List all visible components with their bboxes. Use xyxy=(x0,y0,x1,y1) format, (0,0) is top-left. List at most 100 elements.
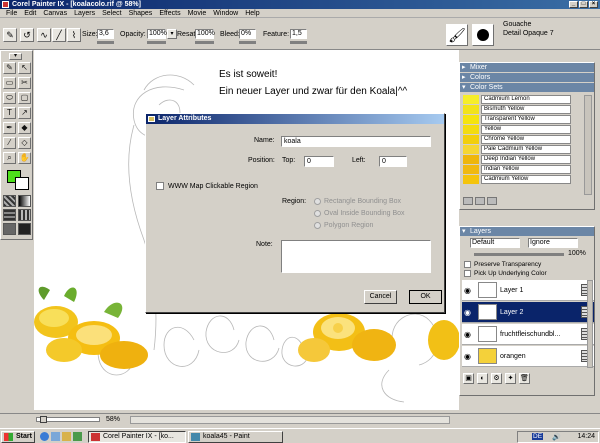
maximize-button[interactable]: □ xyxy=(579,1,588,8)
layer-adjuster-tool[interactable]: ↖ xyxy=(18,62,31,74)
pick-up-underlying-checkbox[interactable] xyxy=(464,270,471,277)
dab-preview-icon[interactable] xyxy=(472,24,494,46)
color-set-scrollbar[interactable] xyxy=(584,95,592,195)
nozzle-selector-icon[interactable] xyxy=(3,223,16,235)
reset-tool-icon[interactable]: ↺ xyxy=(20,28,34,42)
www-map-checkbox[interactable] xyxy=(156,182,164,190)
dialog-title-bar[interactable]: Layer Attributes xyxy=(146,114,444,124)
brush-selector-icon[interactable]: 🖌 xyxy=(446,24,468,46)
zoom-slider-thumb[interactable] xyxy=(40,416,47,423)
mixer-panel-header[interactable]: Mixer xyxy=(460,63,594,72)
weaving-selector-icon[interactable] xyxy=(18,209,31,221)
region-polygon-radio[interactable] xyxy=(314,222,321,229)
gradient-selector-icon[interactable] xyxy=(18,195,31,207)
bleed-field[interactable]: 0% xyxy=(239,29,256,39)
swatch-label[interactable]: Bismuth Yellow xyxy=(481,105,571,114)
swatch-7[interactable] xyxy=(463,165,479,174)
dynamic-plugins-icon[interactable]: ✦ xyxy=(505,373,516,384)
left-input[interactable]: 0 xyxy=(379,156,407,167)
stroke-straight-icon[interactable]: ╱ xyxy=(52,28,66,42)
ok-button[interactable]: OK xyxy=(409,290,442,304)
shape-select-tool[interactable]: ↗ xyxy=(18,107,31,119)
task-paint[interactable]: koala45 - Paint xyxy=(188,431,283,443)
stroke-freehand-icon[interactable]: ∿ xyxy=(37,28,51,42)
resat-slider[interactable] xyxy=(195,41,214,44)
menu-shapes[interactable]: Shapes xyxy=(129,9,153,18)
brush-tool[interactable]: ✎ xyxy=(3,62,16,74)
opacity-expression-icon[interactable]: ▾ xyxy=(167,29,177,39)
note-textarea[interactable] xyxy=(281,240,431,273)
volume-icon[interactable]: 🔊 xyxy=(552,433,561,441)
size-slider[interactable] xyxy=(97,41,114,44)
opacity-field[interactable]: 100% xyxy=(147,29,167,39)
eye-icon[interactable]: ◉ xyxy=(464,352,471,361)
remove-color-icon[interactable] xyxy=(475,197,485,205)
colors-panel-header[interactable]: Colors xyxy=(460,73,594,82)
brush-tool-icon[interactable]: ✎ xyxy=(3,28,17,42)
bleed-slider[interactable] xyxy=(239,41,256,44)
lasso-tool[interactable]: ✂ xyxy=(18,77,31,89)
composite-method-select[interactable]: Default xyxy=(470,238,520,248)
magnifier-tool[interactable]: ⌕ xyxy=(3,152,16,164)
swatch-label[interactable]: Transparent Yellow xyxy=(481,115,571,124)
swatch-label[interactable]: Pale Cadmium Yellow xyxy=(481,145,571,154)
brush-info[interactable]: Gouache Detail Opaque 7 xyxy=(503,20,554,38)
menu-edit[interactable]: Edit xyxy=(24,9,36,18)
stroke-type-icon[interactable]: ⌇ xyxy=(67,28,81,42)
color-sets-panel-header[interactable]: Color Sets xyxy=(460,83,594,92)
media-icon[interactable] xyxy=(73,432,82,441)
layer-row[interactable]: ◉ orangen xyxy=(462,346,594,367)
look-selector-icon[interactable] xyxy=(18,223,31,235)
dropper-tool[interactable]: ⬭ xyxy=(3,92,16,104)
swatch-label[interactable]: Cadmium Lemon xyxy=(481,95,571,104)
swatch-6[interactable] xyxy=(463,155,479,164)
menu-effects[interactable]: Effects xyxy=(159,9,180,18)
layer-opacity-slider[interactable] xyxy=(474,253,564,256)
opacity-slider[interactable] xyxy=(147,41,166,44)
pen-tool[interactable]: ✒ xyxy=(3,122,16,134)
start-button[interactable]: Start xyxy=(1,431,35,443)
menu-window[interactable]: Window xyxy=(213,9,238,18)
add-color-icon[interactable] xyxy=(463,197,473,205)
size-field[interactable]: 3,6 xyxy=(97,29,114,39)
region-oval-radio[interactable] xyxy=(314,210,321,217)
eyedropper-tool[interactable]: ⁄ xyxy=(3,137,16,149)
layer-row-selected[interactable]: ◉ Layer 2 xyxy=(462,302,594,323)
secondary-color-swatch[interactable] xyxy=(15,177,29,190)
layer-mask-icon[interactable]: ◐ xyxy=(477,373,488,384)
delete-layer-icon[interactable]: 🗑 xyxy=(519,373,530,384)
swatch-label[interactable]: Yellow xyxy=(481,125,571,134)
swatch-label[interactable]: Deep Indian Yellow xyxy=(481,155,571,164)
menu-canvas[interactable]: Canvas xyxy=(43,9,67,18)
eye-icon[interactable]: ◉ xyxy=(464,286,471,295)
eye-icon[interactable]: ◉ xyxy=(464,330,471,339)
desktop-icon[interactable] xyxy=(51,432,60,441)
close-button[interactable]: × xyxy=(589,1,598,8)
layers-panel-header[interactable]: Layers xyxy=(460,227,594,236)
crop-tool[interactable]: ▢ xyxy=(18,92,31,104)
menu-movie[interactable]: Movie xyxy=(188,9,207,18)
swatch-4[interactable] xyxy=(463,135,479,144)
text-tool[interactable]: T xyxy=(3,107,16,119)
preserve-transparency-checkbox[interactable] xyxy=(464,261,471,268)
swatch-1[interactable] xyxy=(463,105,479,114)
eraser-tool[interactable]: ◇ xyxy=(18,137,31,149)
swatch-label[interactable]: Indian Yellow xyxy=(481,165,571,174)
layer-row[interactable]: ◉ fruchtfleischundbl... xyxy=(462,324,594,345)
swatch-label[interactable]: Chrome Yellow xyxy=(481,135,571,144)
swatch-5[interactable] xyxy=(463,145,479,154)
menu-help[interactable]: Help xyxy=(245,9,259,18)
pattern-selector-icon[interactable] xyxy=(3,209,16,221)
layer-name-input[interactable]: koala xyxy=(281,136,431,147)
cancel-button[interactable]: Cancel xyxy=(364,290,397,304)
composite-depth-select[interactable]: Ignore xyxy=(528,238,578,248)
swatch-0[interactable] xyxy=(463,95,479,104)
outlook-icon[interactable] xyxy=(62,432,71,441)
minimize-button[interactable]: _ xyxy=(569,1,578,8)
rect-select-tool[interactable]: ▭ xyxy=(3,77,16,89)
swatch-2[interactable] xyxy=(463,115,479,124)
layers-scrollbar[interactable] xyxy=(587,280,593,368)
task-painter[interactable]: Corel Painter IX - [ko... xyxy=(88,431,186,443)
paint-bucket-tool[interactable]: ◆ xyxy=(18,122,31,134)
feature-slider[interactable] xyxy=(290,41,307,44)
